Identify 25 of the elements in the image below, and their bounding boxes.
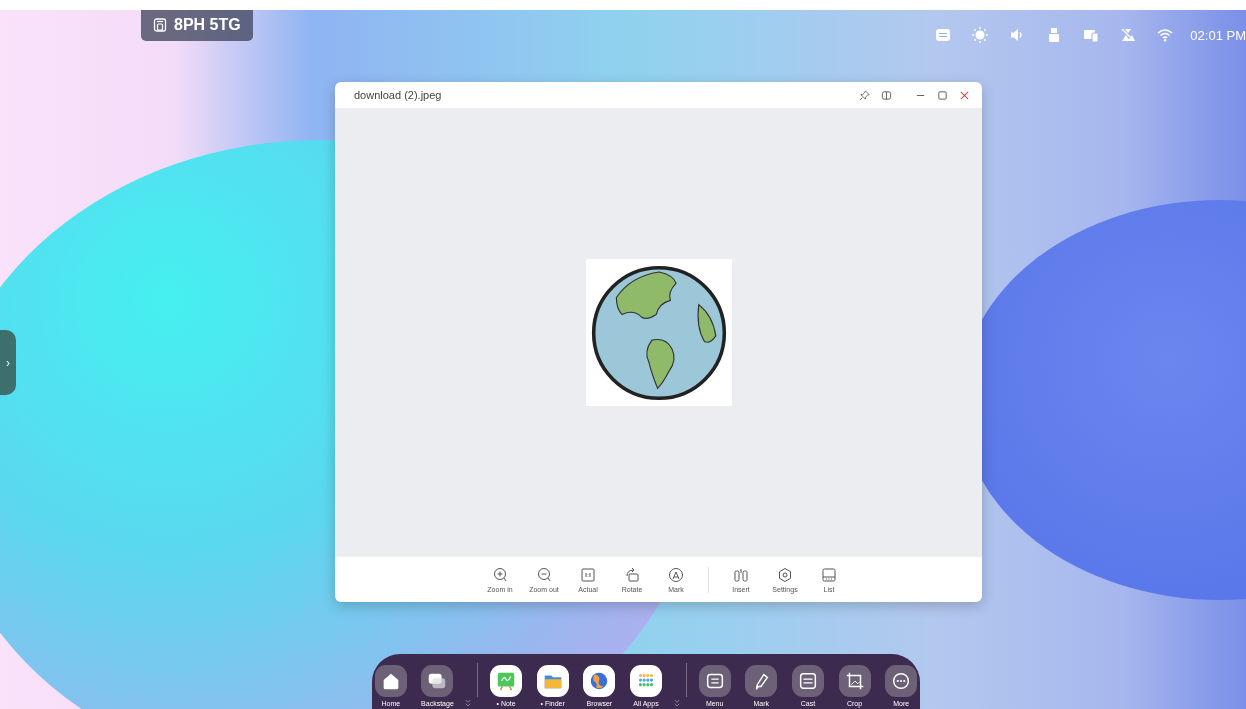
room-code-badge[interactable]: 8PH 5TG [141,10,253,41]
side-panel-handle[interactable]: › [0,330,16,395]
rotate-icon [624,566,640,583]
wifi-icon[interactable] [1157,27,1174,43]
insert-icon [733,566,749,583]
pin-icon[interactable] [859,89,870,101]
actual-size-icon [580,566,596,583]
clock-time: 02:01 PM [1190,27,1246,43]
toggle-icon[interactable] [935,27,952,43]
split-view-icon[interactable] [881,89,892,101]
close-icon[interactable] [959,89,970,101]
double-chevron-icon[interactable] [673,699,680,707]
double-chevron-icon[interactable] [465,699,472,707]
zoom-out-icon [536,566,552,583]
network-off-icon[interactable] [1120,27,1137,43]
list-icon [821,566,837,583]
pen-circle-icon [668,566,684,583]
brightness-icon[interactable] [972,27,989,43]
zoom-in-icon [492,566,508,583]
room-code: 8PH 5TG [174,16,241,34]
cast-code-icon [153,18,167,32]
maximize-icon[interactable] [937,89,948,101]
window-title: download (2).jpeg [354,89,442,101]
devices-icon[interactable] [1083,27,1100,43]
settings-icon [777,566,793,583]
